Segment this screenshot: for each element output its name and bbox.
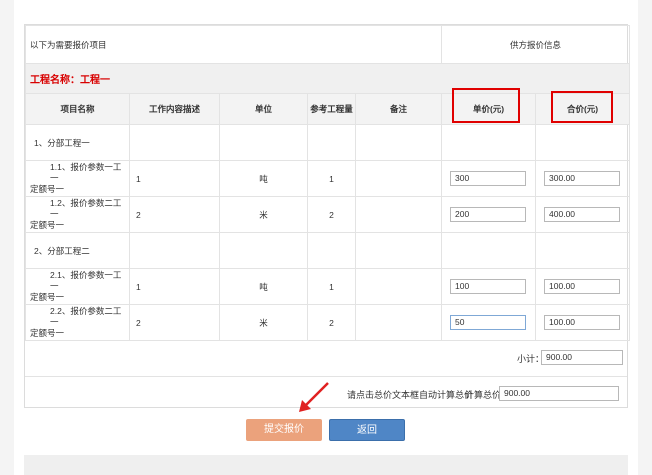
project-name: 工程名称：工程一 xyxy=(24,63,631,94)
unit-price-highlight xyxy=(452,88,520,123)
unit-price-input[interactable]: 300 xyxy=(450,171,527,186)
table-row: 1.2、报价参数二工一 定额号一 2 米 2 200 400.00 xyxy=(25,196,631,233)
table-row: 1.1、报价参数一工一 定额号一 1 吨 1 300 300.00 xyxy=(25,160,631,197)
column-header-row: 项目名称 工作内容描述 单位 参考工程量 备注 单价(元) 合价(元) xyxy=(25,93,631,125)
item-ref-qty: 2 xyxy=(307,304,356,341)
item-content: 2 xyxy=(129,304,220,341)
item-ref-qty: 2 xyxy=(307,196,356,233)
quote-panel: 以下为需要报价项目 供方报价信息 工程名称：工程一 项目名称 工作内容描述 单位… xyxy=(24,24,631,408)
section-title: 1、分部工程一 xyxy=(25,124,130,161)
item-ref-qty: 1 xyxy=(307,268,356,305)
table-row: 2.1、报价参数一工一 定额号一 1 吨 1 100 100.00 xyxy=(25,268,631,305)
unit-price-input[interactable]: 100 xyxy=(450,279,527,294)
section-title: 2、分部工程二 xyxy=(25,232,130,269)
total-input[interactable]: 100.00 xyxy=(544,279,621,294)
section-row: 1、分部工程一 xyxy=(25,124,631,161)
item-content: 2 xyxy=(129,196,220,233)
item-unit: 米 xyxy=(219,304,308,341)
col-name: 项目名称 xyxy=(25,93,130,125)
total-highlight xyxy=(551,91,613,123)
unit-price-input[interactable]: 50 xyxy=(450,315,527,330)
page: 以下为需要报价项目 供方报价信息 工程名称：工程一 项目名称 工作内容描述 单位… xyxy=(14,0,638,475)
supplier-info-label: 供方报价信息 xyxy=(441,25,631,64)
item-name: 1.1、报价参数一工一 定额号一 xyxy=(25,160,130,197)
footer-bar xyxy=(24,455,628,475)
item-name: 1.2、报价参数二工一 定额号一 xyxy=(25,196,130,233)
item-content: 1 xyxy=(129,160,220,197)
table-row: 2.2、报价参数二工一 定额号一 2 米 2 50 100.00 xyxy=(25,304,631,341)
quote-table: 以下为需要报价项目 供方报价信息 工程名称：工程一 项目名称 工作内容描述 单位… xyxy=(24,25,631,341)
col-content: 工作内容描述 xyxy=(129,93,220,125)
total-input[interactable]: 300.00 xyxy=(544,171,621,186)
col-unit: 单位 xyxy=(219,93,308,125)
item-unit: 米 xyxy=(219,196,308,233)
total-input[interactable]: 100.00 xyxy=(544,315,621,330)
col-ref-qty: 参考工程量 xyxy=(307,93,356,125)
item-name: 2.1、报价参数一工一 定额号一 xyxy=(25,268,130,305)
back-button[interactable]: 返回 xyxy=(329,419,405,441)
subtotal-label: 小计： xyxy=(517,354,545,364)
calc-hint: 请点击总价文本框自动计算总价 xyxy=(347,390,474,400)
calc-label: 计算总价 xyxy=(465,390,502,400)
unit-price-input[interactable]: 200 xyxy=(450,207,527,222)
header-row: 以下为需要报价项目 供方报价信息 xyxy=(24,25,631,64)
subtotal-row: 小计： 900.00 xyxy=(25,341,627,377)
total-input[interactable]: 400.00 xyxy=(544,207,621,222)
section-row: 2、分部工程二 xyxy=(25,232,631,269)
item-ref-qty: 1 xyxy=(307,160,356,197)
item-name: 2.2、报价参数二工一 定额号一 xyxy=(25,304,130,341)
submit-quote-button[interactable]: 提交报价 xyxy=(246,419,322,441)
col-note: 备注 xyxy=(354,93,443,125)
subtotal-input[interactable]: 900.00 xyxy=(541,350,623,365)
calc-total-input[interactable]: 900.00 xyxy=(499,386,619,401)
item-unit: 吨 xyxy=(219,160,308,197)
item-unit: 吨 xyxy=(219,268,308,305)
arrow-icon xyxy=(299,382,329,412)
item-content: 1 xyxy=(129,268,220,305)
required-items-label: 以下为需要报价项目 xyxy=(24,25,443,64)
